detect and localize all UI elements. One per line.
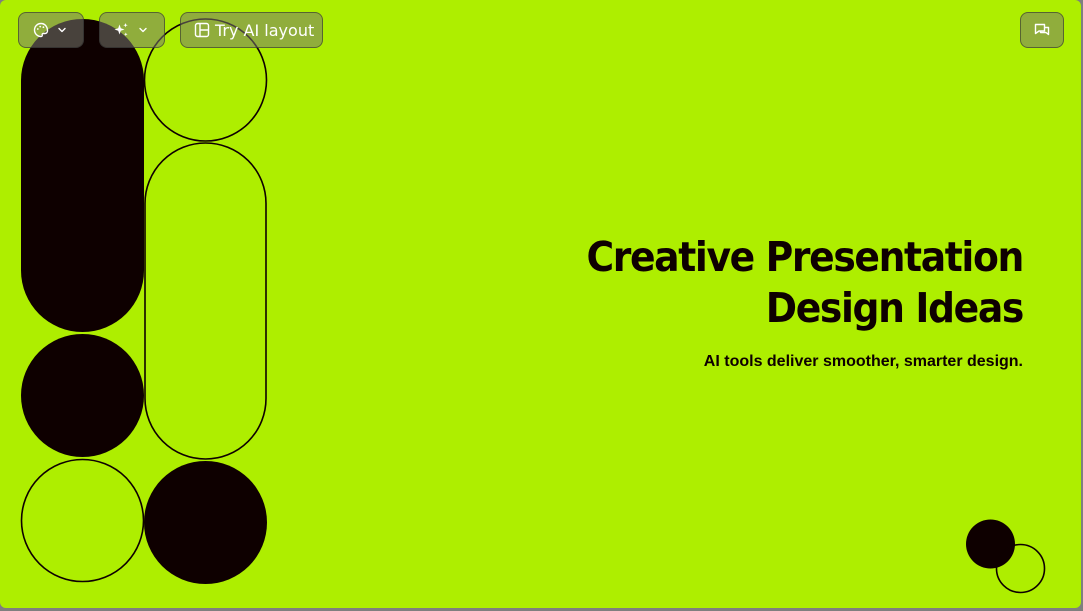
small-filled-circle-shape (966, 519, 1015, 569)
chevron-down-icon (57, 25, 67, 35)
ai-assist-button[interactable] (99, 12, 165, 48)
layout-icon (194, 22, 210, 38)
palette-icon (33, 22, 49, 38)
slide-title-line-2: Design Ideas (765, 284, 1025, 332)
slide-subtitle[interactable]: AI tools deliver smoother, smarter desig… (423, 353, 1023, 371)
filled-circle-shape (144, 461, 267, 584)
slide-title[interactable]: Creative Presentation Design Ideas (471, 232, 1025, 334)
outline-pill-shape (144, 142, 267, 460)
sparkle-icon (113, 22, 130, 39)
small-outline-circle-shape (995, 543, 1046, 594)
chevron-down-icon (138, 25, 148, 35)
outline-circle-shape (20, 458, 145, 583)
comment-button[interactable] (1020, 12, 1064, 48)
filled-pill-shape (21, 19, 144, 332)
filled-circle-shape (21, 334, 144, 457)
slide-canvas[interactable]: Creative Presentation Design Ideas AI to… (0, 0, 1081, 608)
try-ai-layout-label: Try AI layout (215, 20, 315, 40)
try-ai-layout-button[interactable]: Try AI layout (180, 12, 323, 48)
theme-button[interactable] (18, 12, 84, 48)
comment-icon (1034, 22, 1050, 38)
slide-title-line-1: Creative Presentation (586, 233, 1024, 281)
